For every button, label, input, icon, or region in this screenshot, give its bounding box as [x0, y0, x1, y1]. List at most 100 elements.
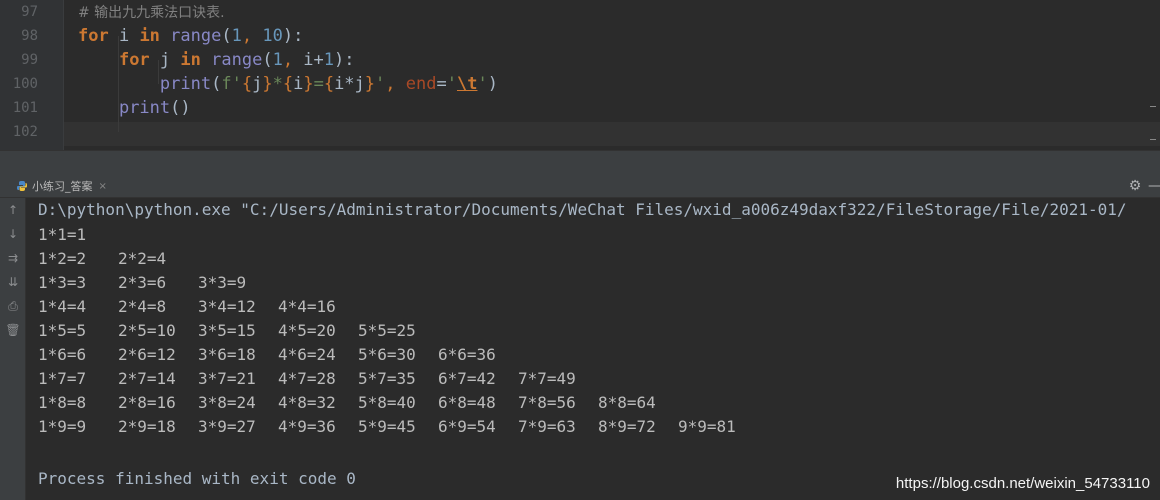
output-cell: 3*7=21 [198, 369, 256, 388]
output-cell: 1*5=5 [38, 321, 87, 340]
line-number: 100 [12, 76, 38, 92]
output-cell: 6*7=42 [438, 369, 496, 388]
line-number: 102 [12, 124, 38, 140]
run-toolwindow-header: 小练习_答案 × ⚙ — [0, 174, 1160, 198]
code-token: \t [456, 74, 478, 94]
rerun-up-icon[interactable]: ↑ [4, 201, 22, 219]
indent-guide [158, 60, 159, 84]
output-cell: 3*9=27 [198, 417, 256, 436]
code-token: 10 [262, 26, 283, 46]
line-number: 98 [21, 28, 38, 44]
output-cell: 2*2=4 [118, 249, 167, 268]
gear-icon[interactable]: ⚙ [1126, 177, 1144, 195]
code-token: print [159, 74, 212, 94]
code-token: j [252, 74, 263, 94]
code-token: } [303, 74, 314, 94]
code-token: ( [211, 74, 222, 94]
code-line[interactable]: print() [78, 96, 191, 120]
code-token: ): [334, 50, 355, 70]
code-token: 1 [272, 50, 283, 70]
scroll-marker [1150, 139, 1156, 140]
current-line-highlight [64, 122, 1160, 146]
output-cell: 5*9=45 [358, 417, 416, 436]
output-cell: 2*5=10 [118, 321, 176, 340]
code-token: ' [375, 74, 386, 94]
code-token: ' [477, 74, 488, 94]
scroll-down-icon[interactable]: ↓ [4, 225, 22, 243]
code-token: j [149, 50, 181, 70]
output-cell: 4*6=24 [278, 345, 336, 364]
code-token: , [385, 74, 406, 94]
output-cell: 6*8=48 [438, 393, 496, 412]
line-number: 99 [21, 52, 38, 68]
code-token: # 输出九九乘法口诀表. [78, 5, 225, 21]
code-token: print [118, 98, 171, 118]
code-line[interactable]: for j in range(1, i+1): [78, 48, 355, 72]
code-token: ) [487, 74, 498, 94]
minimize-icon[interactable]: — [1146, 177, 1160, 195]
watermark: https://blog.csdn.net/weixin_54733110 [895, 475, 1150, 492]
code-token: range [211, 50, 263, 70]
output-cell: 4*9=36 [278, 417, 336, 436]
output-cell: 2*3=6 [118, 273, 167, 292]
code-token: end [405, 74, 437, 94]
output-cell: 1*3=3 [38, 273, 87, 292]
output-cell: 1*6=6 [38, 345, 87, 364]
code-token: = [436, 74, 447, 94]
output-cell: 2*9=18 [118, 417, 176, 436]
print-icon[interactable]: ⎙ [4, 297, 22, 315]
output-cell: 3*6=18 [198, 345, 256, 364]
output-cell: 8*8=64 [598, 393, 656, 412]
code-token: = [313, 74, 324, 94]
code-token: } [262, 74, 273, 94]
close-icon[interactable]: × [99, 181, 107, 192]
output-cell: 3*8=24 [198, 393, 256, 412]
run-console[interactable]: D:\python\python.exe "C:/Users/Administr… [27, 198, 1160, 500]
output-cell: 6*6=36 [438, 345, 496, 364]
output-cell: 4*8=32 [278, 393, 336, 412]
code-token: 1 [323, 50, 335, 70]
output-cell: 3*3=9 [198, 273, 247, 292]
trash-icon[interactable]: 🗑 [4, 321, 22, 339]
panel-divider[interactable] [0, 150, 1160, 174]
output-cell: 2*6=12 [118, 345, 176, 364]
code-token: for [118, 50, 150, 70]
output-cell: 3*4=12 [198, 297, 256, 316]
code-token: for [78, 26, 109, 46]
code-line[interactable]: print(f'{j}*{i}={i*j}', end='\t') [78, 72, 498, 96]
run-tab[interactable]: 小练习_答案 × [16, 176, 107, 196]
output-cell: 1*4=4 [38, 297, 87, 316]
code-line[interactable]: for i in range(1, 10): [78, 24, 303, 48]
code-token: , [282, 50, 304, 70]
output-cell: 5*8=40 [358, 393, 416, 412]
output-cell: 1*1=1 [38, 225, 87, 244]
command-line: D:\python\python.exe "C:/Users/Administr… [38, 200, 1127, 219]
output-cell: 5*6=30 [358, 345, 416, 364]
output-cell: 4*5=20 [278, 321, 336, 340]
code-token: i+ [303, 50, 324, 70]
indent-guide [118, 36, 119, 132]
code-token: f' [221, 74, 242, 94]
output-cell: 4*4=16 [278, 297, 336, 316]
code-token: range [170, 26, 222, 46]
line-number-gutter: 97 98 99 100 101 102 [0, 0, 64, 150]
code-token: { [323, 74, 335, 94]
output-cell: 1*9=9 [38, 417, 87, 436]
code-editor[interactable]: 97 98 99 100 101 102 # 输出九九乘法口诀表. for i in ran… [0, 0, 1160, 150]
run-tab-label: 小练习_答案 [32, 180, 93, 193]
code-line[interactable]: # 输出九九乘法口诀表. [78, 0, 225, 24]
soft-wrap-icon[interactable]: ⇉ [4, 249, 22, 267]
output-cell: 1*2=2 [38, 249, 87, 268]
output-cell: 4*7=28 [278, 369, 336, 388]
console-toolbar: ↑ ↓ ⇉ ⇊ ⎙ 🗑 [0, 198, 26, 500]
output-cell: 1*8=8 [38, 393, 87, 412]
code-token: , [241, 26, 263, 46]
code-token: i [293, 74, 304, 94]
scroll-to-end-icon[interactable]: ⇊ [4, 273, 22, 291]
code-token: 1 [231, 26, 242, 46]
code-token: in [180, 50, 201, 70]
code-token: () [170, 98, 191, 118]
